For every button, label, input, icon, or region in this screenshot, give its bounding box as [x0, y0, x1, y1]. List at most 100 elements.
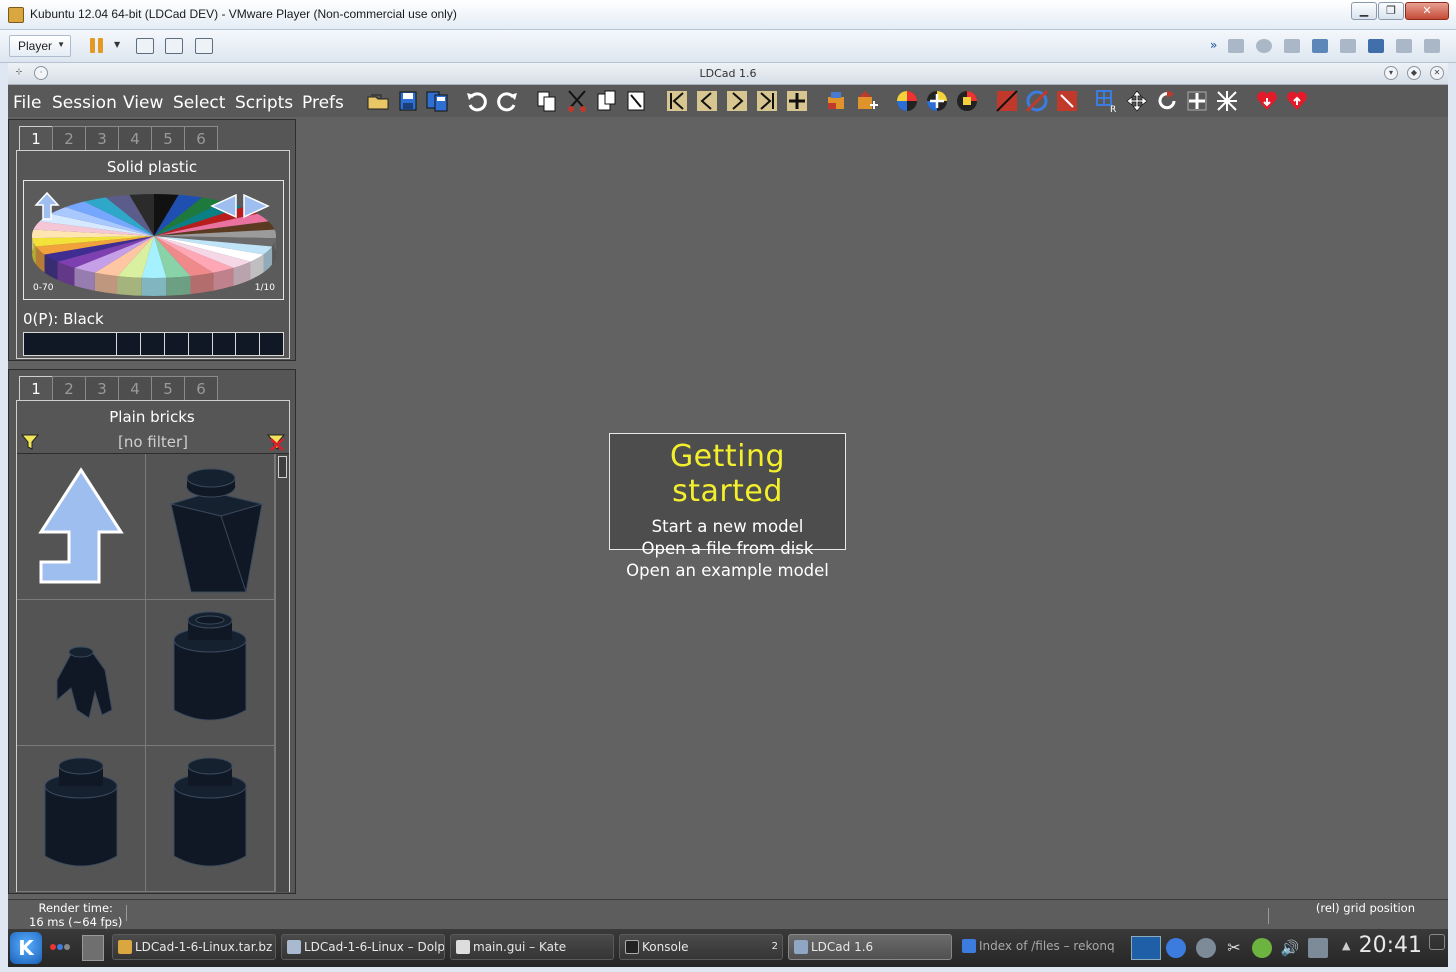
add-submodel-icon[interactable] [855, 89, 879, 113]
rotate-icon[interactable] [1155, 89, 1179, 113]
fullscreen-icon[interactable] [165, 38, 183, 54]
menu-prefs[interactable]: Prefs [302, 93, 344, 113]
scrollbar-thumb[interactable] [278, 456, 287, 478]
menu-select[interactable]: Select [173, 93, 225, 113]
add-step-icon[interactable] [785, 89, 809, 113]
activity-icon[interactable] [50, 943, 72, 953]
hide-icon[interactable] [995, 89, 1019, 113]
menu-scripts[interactable]: Scripts [235, 93, 293, 113]
color-swatch[interactable] [212, 333, 237, 355]
color-tab-5[interactable]: 5 [151, 126, 185, 150]
panel-toolbox-icon[interactable] [1429, 934, 1445, 950]
device-notifier-icon[interactable] [1308, 938, 1328, 958]
redo-icon[interactable] [495, 89, 519, 113]
network-icon[interactable] [1312, 39, 1328, 53]
next-step-icon[interactable] [725, 89, 749, 113]
task-dolphin[interactable]: LDCad-1-6-Linux – Dolp [281, 934, 445, 960]
color-swatch[interactable] [141, 333, 165, 355]
clear-filter-icon[interactable] [267, 433, 285, 451]
maximize-icon[interactable]: ◆ [1407, 66, 1421, 80]
printer-icon[interactable] [1340, 39, 1356, 53]
task-ldcad-archive[interactable]: LDCad-1-6-Linux.tar.bz [112, 934, 276, 960]
up-arrow-icon[interactable] [17, 454, 146, 600]
copy-icon[interactable] [535, 89, 559, 113]
task-rekonq[interactable]: Index of /files – rekonq [957, 934, 1121, 960]
parts-scrollbar[interactable] [275, 454, 289, 892]
desktop-preview-icon[interactable] [1131, 936, 1161, 960]
floppy-icon[interactable] [1284, 39, 1300, 53]
part-round-plate[interactable] [17, 600, 146, 746]
favorite-remove-icon[interactable] [1285, 89, 1309, 113]
unity-icon[interactable] [195, 38, 213, 54]
part-round-brick-3[interactable] [146, 746, 275, 892]
menu-file[interactable]: File [13, 93, 41, 113]
undo-icon[interactable] [465, 89, 489, 113]
parts-up-cell[interactable] [17, 454, 146, 600]
color-swatch[interactable] [236, 333, 261, 355]
cut-icon[interactable] [565, 89, 589, 113]
settings-gear-icon[interactable] [1196, 938, 1216, 958]
move-icon[interactable] [1125, 89, 1149, 113]
color-tab-2[interactable]: 2 [52, 126, 86, 150]
open-example-link[interactable]: Open an example model [610, 560, 845, 582]
start-new-model-link[interactable]: Start a new model [610, 516, 845, 538]
close-button[interactable]: ✕ [1405, 2, 1449, 20]
color-bin-icon[interactable] [895, 89, 919, 113]
save-all-icon[interactable] [425, 89, 449, 113]
parts-tab-1[interactable]: 1 [19, 376, 53, 401]
color-swatch[interactable] [24, 333, 118, 355]
volume-icon[interactable]: 🔊 [1280, 938, 1300, 958]
part-brick-1x1[interactable] [146, 454, 275, 600]
task-kate[interactable]: main.gui – Kate [450, 934, 614, 960]
pick-color-icon[interactable] [955, 89, 979, 113]
network-globe-icon[interactable] [1166, 938, 1186, 958]
open-file-link[interactable]: Open a file from disk [610, 538, 845, 560]
color-swatch[interactable] [188, 333, 213, 355]
hard-disk-icon[interactable] [1228, 39, 1244, 53]
submodel-icon[interactable] [825, 89, 849, 113]
maximize-button[interactable]: ❐ [1378, 2, 1404, 20]
part-round-brick-2[interactable] [17, 746, 146, 892]
hide-other-icon[interactable] [1025, 89, 1049, 113]
unhide-icon[interactable] [1055, 89, 1079, 113]
first-step-icon[interactable] [665, 89, 689, 113]
updates-icon[interactable] [1252, 938, 1272, 958]
paste-icon[interactable] [595, 89, 619, 113]
clock[interactable]: 20:41 [1359, 933, 1422, 958]
minimize-icon[interactable]: ▾ [1384, 66, 1398, 80]
minimize-button[interactable]: ▁ [1351, 2, 1377, 20]
close-icon[interactable]: ✕ [1430, 66, 1444, 80]
favorite-icon[interactable] [1255, 89, 1279, 113]
paste-special-icon[interactable] [625, 89, 649, 113]
color-tab-4[interactable]: 4 [118, 126, 152, 150]
color-swatch[interactable] [117, 333, 142, 355]
color-swatch[interactable] [164, 333, 189, 355]
chevron-down-icon[interactable]: ▼ [114, 40, 120, 49]
task-konsole[interactable]: Konsole 2 [619, 934, 783, 960]
send-ctrl-alt-del-icon[interactable] [136, 38, 154, 54]
color-tab-6[interactable]: 6 [184, 126, 218, 150]
chevron-right-icon[interactable]: » [1210, 38, 1217, 52]
save-icon[interactable] [396, 89, 420, 113]
color-tab-1[interactable]: 1 [19, 126, 53, 151]
klipper-icon[interactable]: ✂ [1224, 938, 1244, 958]
parts-tab-5[interactable]: 5 [151, 376, 185, 400]
pause-icon[interactable] [90, 38, 104, 54]
usb-icon[interactable] [1396, 39, 1412, 53]
snap-grid-icon[interactable] [1215, 89, 1239, 113]
part-round-brick-1[interactable] [146, 600, 275, 746]
parts-tab-6[interactable]: 6 [184, 376, 218, 400]
color-tab-3[interactable]: 3 [85, 126, 119, 150]
nudge-icon[interactable] [1185, 89, 1209, 113]
sound-icon[interactable] [1368, 39, 1384, 53]
kde-menu-icon[interactable]: K [10, 932, 42, 964]
player-menu-button[interactable]: Player ▼ [9, 35, 71, 57]
task-ldcad[interactable]: LDCad 1.6 [788, 934, 952, 960]
next-page-icon[interactable] [242, 191, 274, 221]
up-arrow-icon[interactable] [34, 191, 60, 221]
last-step-icon[interactable] [755, 89, 779, 113]
chevron-up-icon[interactable]: ▲ [1342, 939, 1350, 952]
menu-session[interactable]: Session [52, 93, 117, 113]
parts-tab-3[interactable]: 3 [85, 376, 119, 400]
cd-drive-icon[interactable] [1256, 39, 1272, 53]
